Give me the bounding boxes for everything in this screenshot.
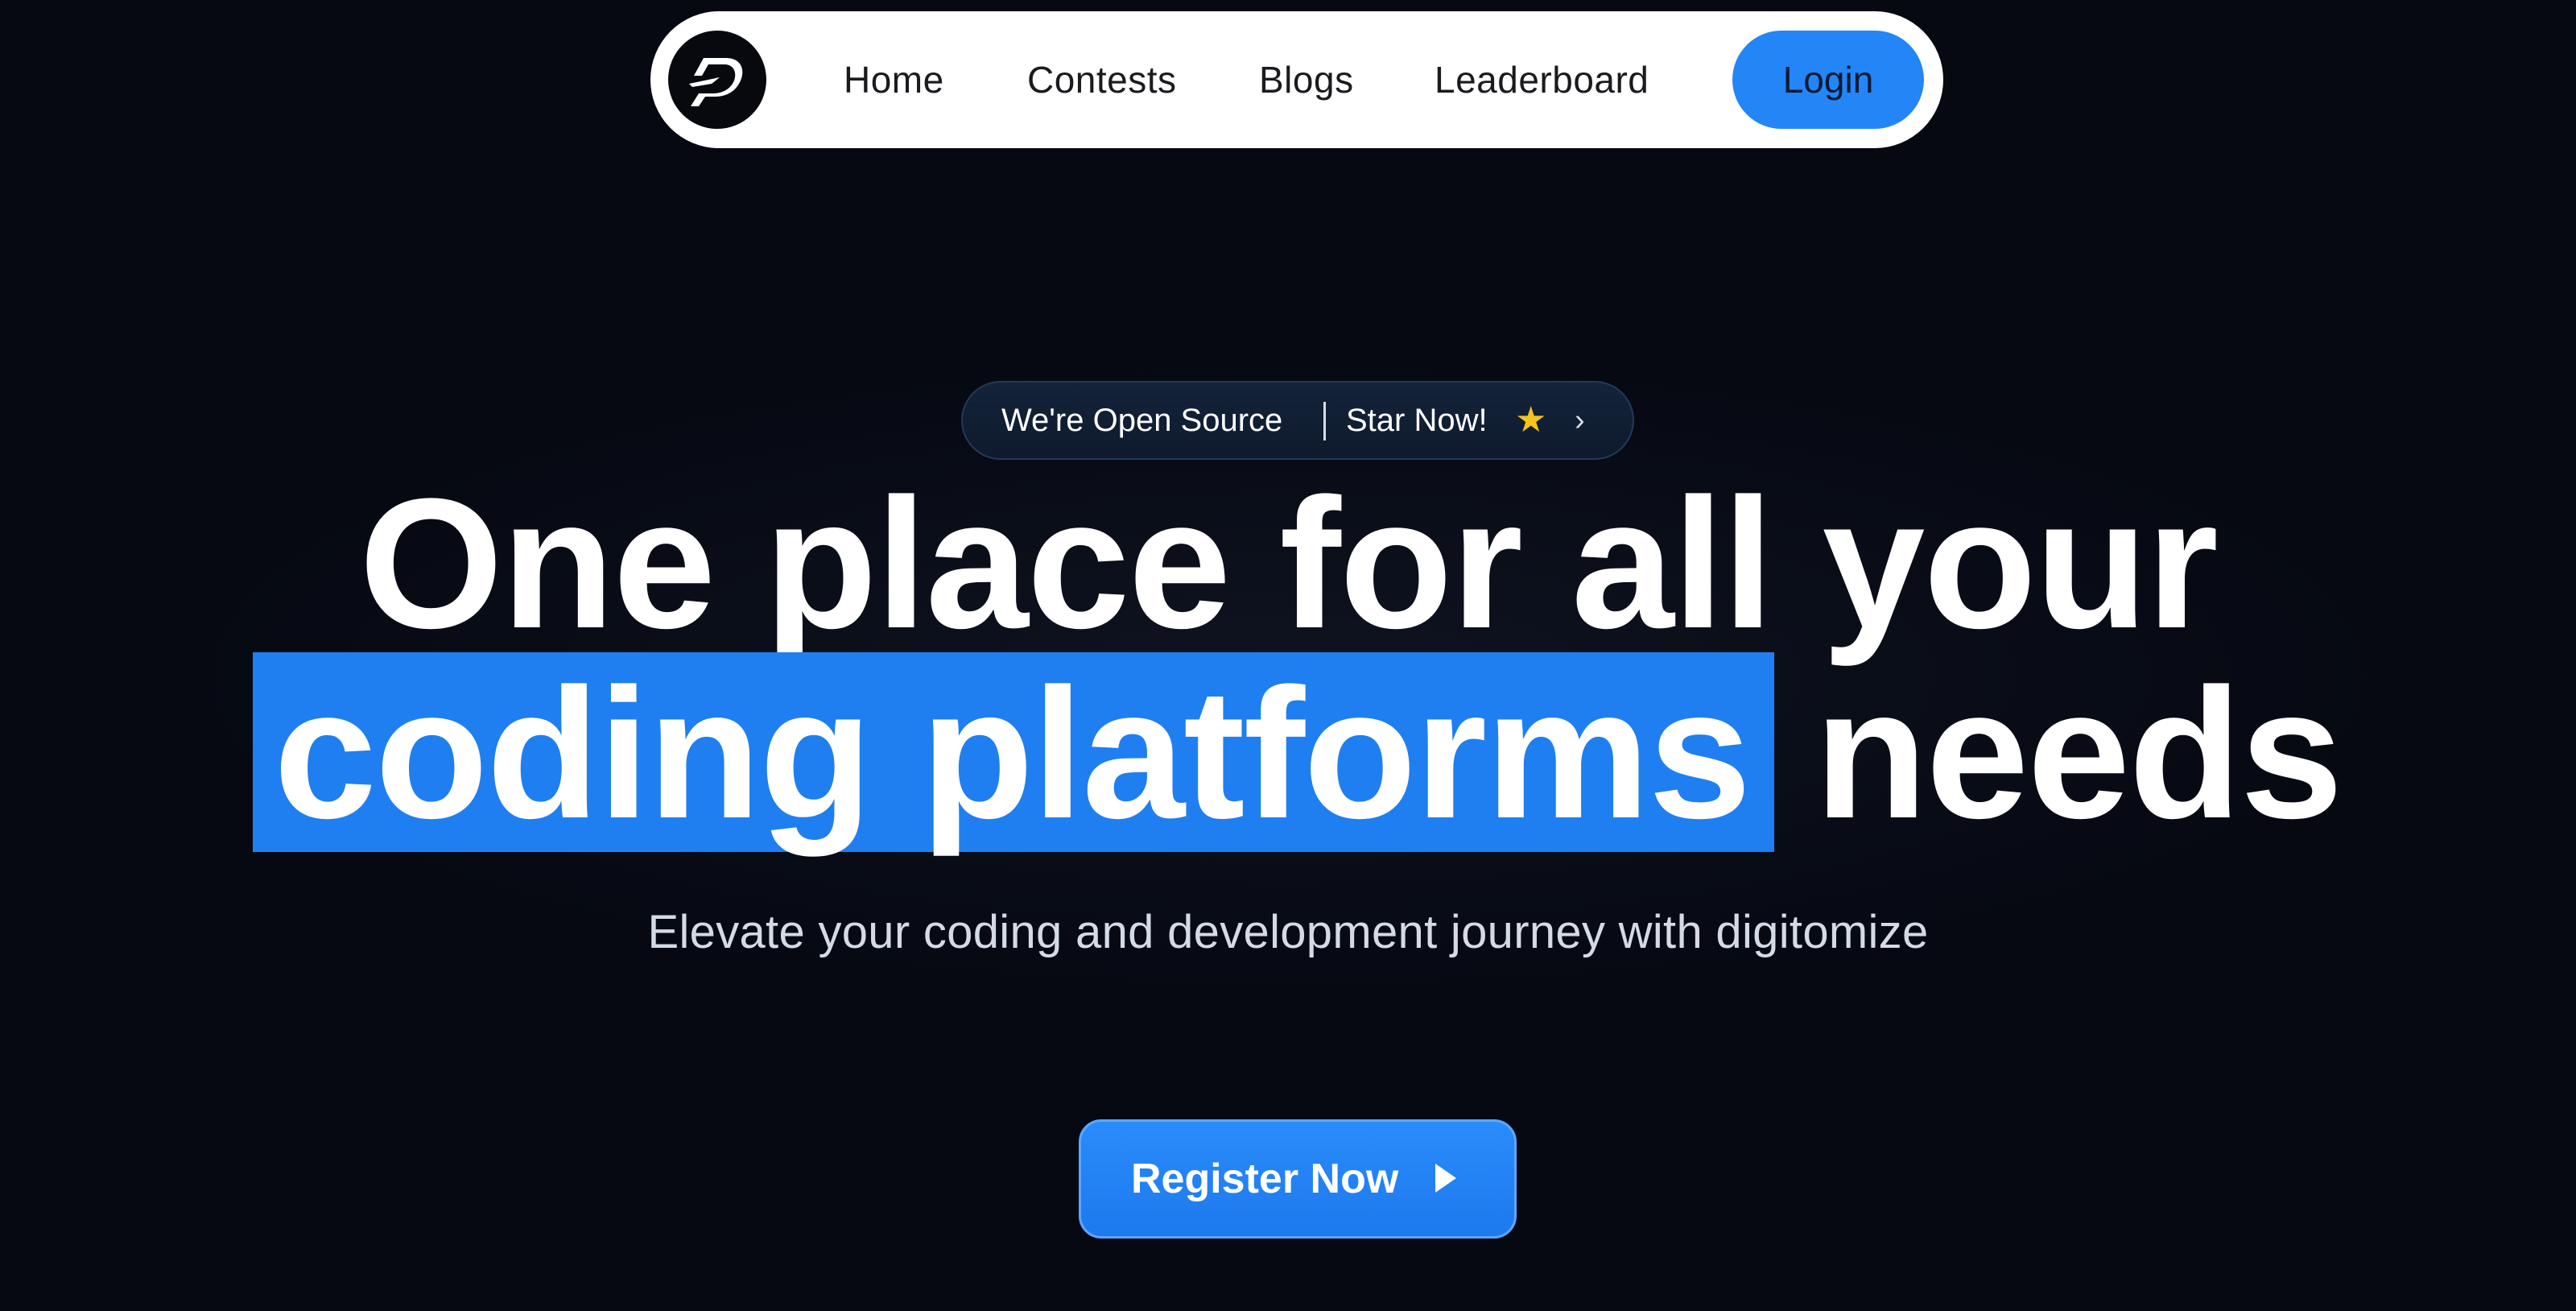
nav-link-contests[interactable]: Contests [1027, 11, 1177, 148]
open-source-badge[interactable]: We're Open Source Star Now! ★ › [961, 381, 1634, 460]
login-button[interactable]: Login [1732, 31, 1924, 129]
badge-star-now-text: Star Now! [1346, 403, 1488, 438]
hero-subheading: Elevate your coding and development jour… [647, 906, 1929, 958]
hero-headline-highlight: coding platforms [274, 650, 1752, 857]
top-navbar: Home Contests Blogs Leaderboard Login [650, 11, 1943, 148]
register-now-button[interactable]: Register Now [1079, 1119, 1517, 1239]
register-now-label: Register Now [1131, 1156, 1399, 1202]
hero-headline-line1: One place for all your [359, 460, 2219, 667]
digitomize-logo-icon[interactable] [668, 31, 766, 129]
badge-divider [1323, 402, 1326, 440]
star-icon: ★ [1515, 400, 1547, 440]
chevron-right-icon: › [1575, 403, 1585, 437]
badge-open-source-text: We're Open Source [1001, 403, 1283, 438]
hero-headline-rest: needs [1814, 650, 2343, 857]
play-icon [1435, 1164, 1456, 1193]
nav-link-leaderboard[interactable]: Leaderboard [1435, 11, 1649, 148]
nav-link-home[interactable]: Home [844, 11, 944, 148]
nav-link-blogs[interactable]: Blogs [1259, 11, 1354, 148]
